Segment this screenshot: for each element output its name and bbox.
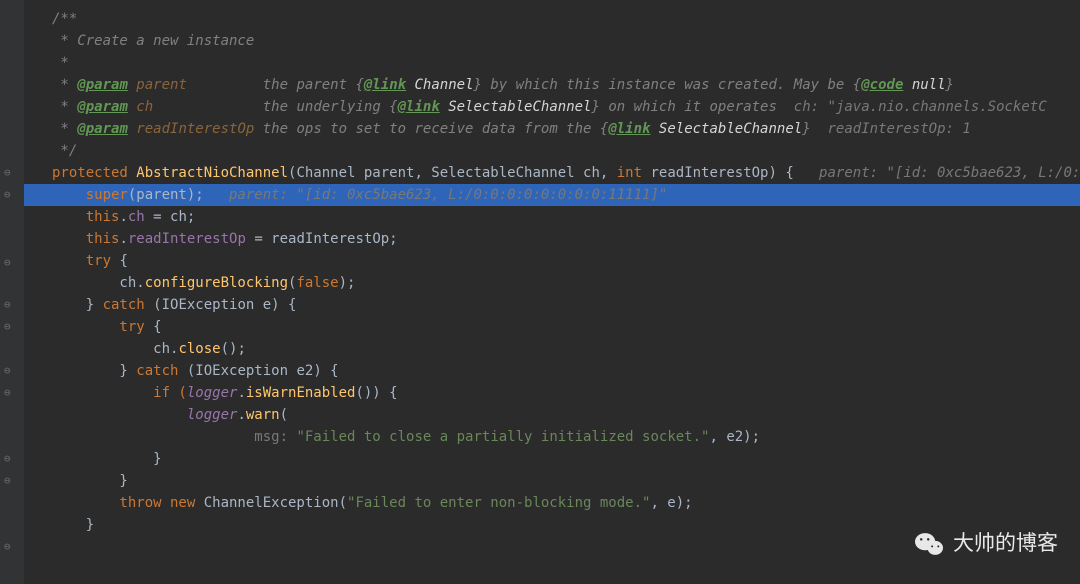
fold-icon[interactable]: ⊖ <box>4 448 16 460</box>
code-line: try { <box>24 250 1080 272</box>
fold-icon[interactable]: ⊖ <box>4 252 16 264</box>
watermark-text: 大帅的博客 <box>953 533 1058 555</box>
code-line: ch.close(); <box>24 338 1080 360</box>
code-line: msg: "Failed to close a partially initia… <box>24 426 1080 448</box>
editor-gutter: ⊖ ⊖ ⊖ ⊖ ⊖ ⊖ ⊖ ⊖ ⊖ ⊖ <box>0 0 24 584</box>
code-line: * @param ch the underlying {@link Select… <box>24 96 1080 118</box>
inlay-hint: readInterestOp: 1 <box>811 121 971 137</box>
code-line: protected AbstractNioChannel(Channel par… <box>24 162 1080 184</box>
inlay-hint: parent: "[id: 0xc5bae623, L:/0: <box>794 165 1080 181</box>
fold-icon[interactable]: ⊖ <box>4 316 16 328</box>
fold-icon[interactable]: ⊖ <box>4 294 16 306</box>
fold-icon[interactable]: ⊖ <box>4 162 16 174</box>
code-line: * <box>24 52 1080 74</box>
code-line: throw new ChannelException("Failed to en… <box>24 492 1080 514</box>
code-line: /** <box>24 8 1080 30</box>
parameter-hint: msg: <box>254 429 296 445</box>
code-line: } catch (IOException e) { <box>24 294 1080 316</box>
code-line: ch.configureBlocking(false); <box>24 272 1080 294</box>
code-line: } catch (IOException e2) { <box>24 360 1080 382</box>
inlay-hint: parent: "[id: 0xc5bae623, L:/0:0:0:0:0:0… <box>204 187 668 203</box>
fold-icon[interactable]: ⊖ <box>4 470 16 482</box>
code-line: if (logger.isWarnEnabled()) { <box>24 382 1080 404</box>
code-line: * Create a new instance <box>24 30 1080 52</box>
code-line: * @param readInterestOp the ops to set t… <box>24 118 1080 140</box>
fold-icon[interactable]: ⊖ <box>4 536 16 548</box>
code-line: */ <box>24 140 1080 162</box>
code-line-highlighted: super(parent); parent: "[id: 0xc5bae623,… <box>24 184 1080 206</box>
fold-icon[interactable]: ⊖ <box>4 184 16 196</box>
inlay-hint: ch: "java.nio.channels.SocketC <box>777 99 1047 115</box>
fold-icon[interactable]: ⊖ <box>4 382 16 394</box>
code-line: this.ch = ch; <box>24 206 1080 228</box>
watermark: 大帅的博客 <box>915 532 1058 556</box>
code-line: } <box>24 470 1080 492</box>
code-editor[interactable]: /** * Create a new instance * * @param p… <box>24 0 1080 584</box>
code-line: try { <box>24 316 1080 338</box>
code-line: logger.warn( <box>24 404 1080 426</box>
fold-icon[interactable]: ⊖ <box>4 360 16 372</box>
wechat-icon <box>915 532 943 556</box>
code-line: * @param parent the parent {@link Channe… <box>24 74 1080 96</box>
code-line: } <box>24 448 1080 470</box>
code-line: this.readInterestOp = readInterestOp; <box>24 228 1080 250</box>
